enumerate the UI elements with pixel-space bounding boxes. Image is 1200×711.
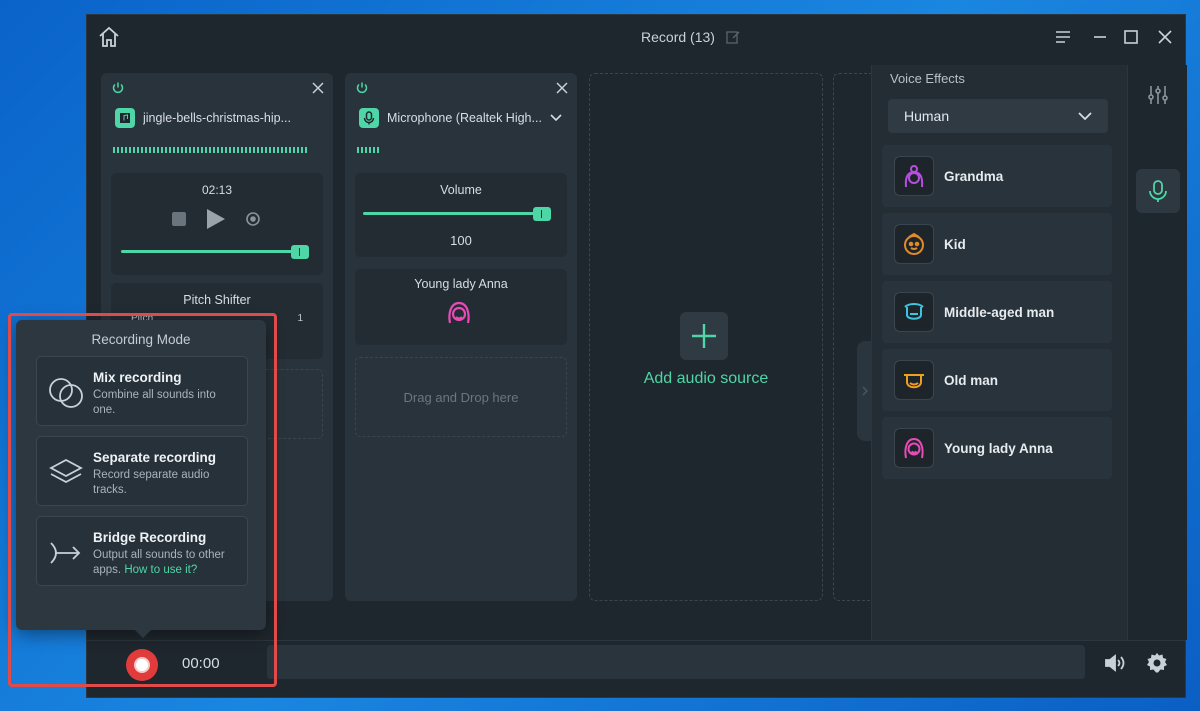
add-audio-source-button[interactable] <box>680 312 728 360</box>
plus-icon <box>692 324 716 348</box>
source-name: jingle-bells-christmas-hip... <box>143 111 291 125</box>
effect-category-value: Human <box>904 108 950 124</box>
progress-slider-thumb[interactable] <box>291 245 309 259</box>
effect-middle-aged-man[interactable]: Middle-aged man <box>882 281 1112 343</box>
bridge-arrow-icon <box>50 542 81 564</box>
grandma-icon <box>894 156 934 196</box>
add-audio-source-area[interactable]: Add audio source <box>589 73 823 601</box>
pitch-value: 1 <box>297 313 303 324</box>
effect-grandma[interactable]: Grandma <box>882 145 1112 207</box>
mode-title: Mix recording <box>93 370 182 385</box>
loop-icon[interactable] <box>245 211 261 227</box>
microphone-icon <box>1149 180 1167 202</box>
close-card-icon[interactable] <box>311 81 325 95</box>
old-man-icon <box>894 360 934 400</box>
minimize-icon[interactable] <box>1090 27 1110 47</box>
young-lady-icon <box>894 428 934 468</box>
effect-old-man[interactable]: Old man <box>882 349 1112 411</box>
chevron-down-icon <box>550 114 562 122</box>
chevron-down-icon <box>1078 111 1092 120</box>
right-toolbar <box>1127 65 1187 640</box>
volume-title: Volume <box>440 183 482 197</box>
voice-effects-panel: Voice Effects Human Grandma Kid Middle-a… <box>871 65 1127 640</box>
effect-category-select[interactable]: Human <box>888 99 1108 133</box>
effect-label: Kid <box>944 236 966 252</box>
edit-icon[interactable] <box>725 29 741 45</box>
play-icon[interactable] <box>205 207 227 231</box>
pitch-title: Pitch Shifter <box>183 293 251 307</box>
effect-label: Middle-aged man <box>944 304 1055 320</box>
mix-circles-icon <box>49 378 83 408</box>
sliders-icon <box>1148 86 1168 104</box>
maximize-icon[interactable] <box>1121 27 1141 47</box>
source-name: Microphone (Realtek High... <box>387 111 542 125</box>
microphone-icon <box>359 108 379 128</box>
how-to-use-link[interactable]: How to use it? <box>124 564 197 576</box>
effect-label: Old man <box>944 372 999 388</box>
close-card-icon[interactable] <box>555 81 569 95</box>
level-meter <box>113 147 309 153</box>
applied-effect-name: Young lady Anna <box>414 277 508 291</box>
record-time: 00:00 <box>182 655 220 672</box>
voice-effects-button[interactable] <box>1136 169 1180 213</box>
voice-effects-title: Voice Effects <box>890 71 965 86</box>
applied-effect-panel[interactable]: Young lady Anna <box>355 269 567 345</box>
power-icon[interactable] <box>355 81 369 95</box>
menu-icon[interactable] <box>1053 27 1073 47</box>
mode-description: Record separate audio tracks. <box>93 469 210 496</box>
playback-time: 02:13 <box>201 183 233 197</box>
bottom-bar: 00:00 <box>87 640 1185 699</box>
recording-mode-popup: Recording Mode Mix recording Combine all… <box>16 320 266 630</box>
kid-icon <box>894 224 934 264</box>
player-panel: 02:13 <box>111 173 323 275</box>
recording-timeline[interactable] <box>267 645 1085 679</box>
effect-kid[interactable]: Kid <box>882 213 1112 275</box>
layers-icon <box>49 458 83 484</box>
power-icon[interactable] <box>111 81 125 95</box>
mixer-button[interactable] <box>1136 73 1180 117</box>
volume-slider-track[interactable] <box>363 212 543 215</box>
middle-aged-man-icon <box>894 292 934 332</box>
mode-title: Bridge Recording <box>93 530 207 545</box>
effect-young-lady-anna[interactable]: Young lady Anna <box>882 417 1112 479</box>
popup-arrow <box>135 630 151 638</box>
volume-slider-thumb[interactable] <box>533 207 551 221</box>
record-button[interactable] <box>126 649 158 681</box>
chevron-right-icon <box>862 386 868 396</box>
effect-label: Young lady Anna <box>944 440 1053 456</box>
level-meter <box>357 147 381 153</box>
dropzone-card2[interactable]: Drag and Drop here <box>355 357 567 437</box>
gear-icon[interactable] <box>1145 651 1169 675</box>
speaker-icon[interactable] <box>1103 651 1127 675</box>
stop-icon[interactable] <box>171 211 187 227</box>
volume-value: 100 <box>450 233 472 248</box>
music-file-icon <box>115 108 135 128</box>
volume-panel: Volume 100 <box>355 173 567 257</box>
window-title: Record (13) <box>641 29 715 45</box>
home-icon[interactable] <box>97 25 121 49</box>
separate-recording-option[interactable]: Separate recording Record separate audio… <box>36 436 248 506</box>
mode-description: Output all sounds to other apps. How to … <box>93 548 241 578</box>
bridge-recording-option[interactable]: Bridge Recording Output all sounds to ot… <box>36 516 248 586</box>
close-window-icon[interactable] <box>1155 27 1175 47</box>
recording-mode-title: Recording Mode <box>91 332 191 347</box>
mix-recording-option[interactable]: Mix recording Combine all sounds into on… <box>36 356 248 426</box>
source-card-microphone: Microphone (Realtek High... Volume 100 Y… <box>345 73 577 601</box>
young-lady-icon <box>448 301 470 324</box>
effect-label: Grandma <box>944 168 1004 184</box>
next-source-slot <box>833 73 873 601</box>
mode-title: Separate recording <box>93 450 217 465</box>
microphone-select[interactable]: Microphone (Realtek High... <box>359 107 565 129</box>
add-audio-source-label[interactable]: Add audio source <box>590 370 822 388</box>
titlebar: Record (13) <box>87 15 1185 59</box>
progress-slider-track[interactable] <box>121 250 301 253</box>
dropzone-label: Drag and Drop here <box>403 389 519 405</box>
mode-description: Combine all sounds into one. <box>93 389 216 416</box>
